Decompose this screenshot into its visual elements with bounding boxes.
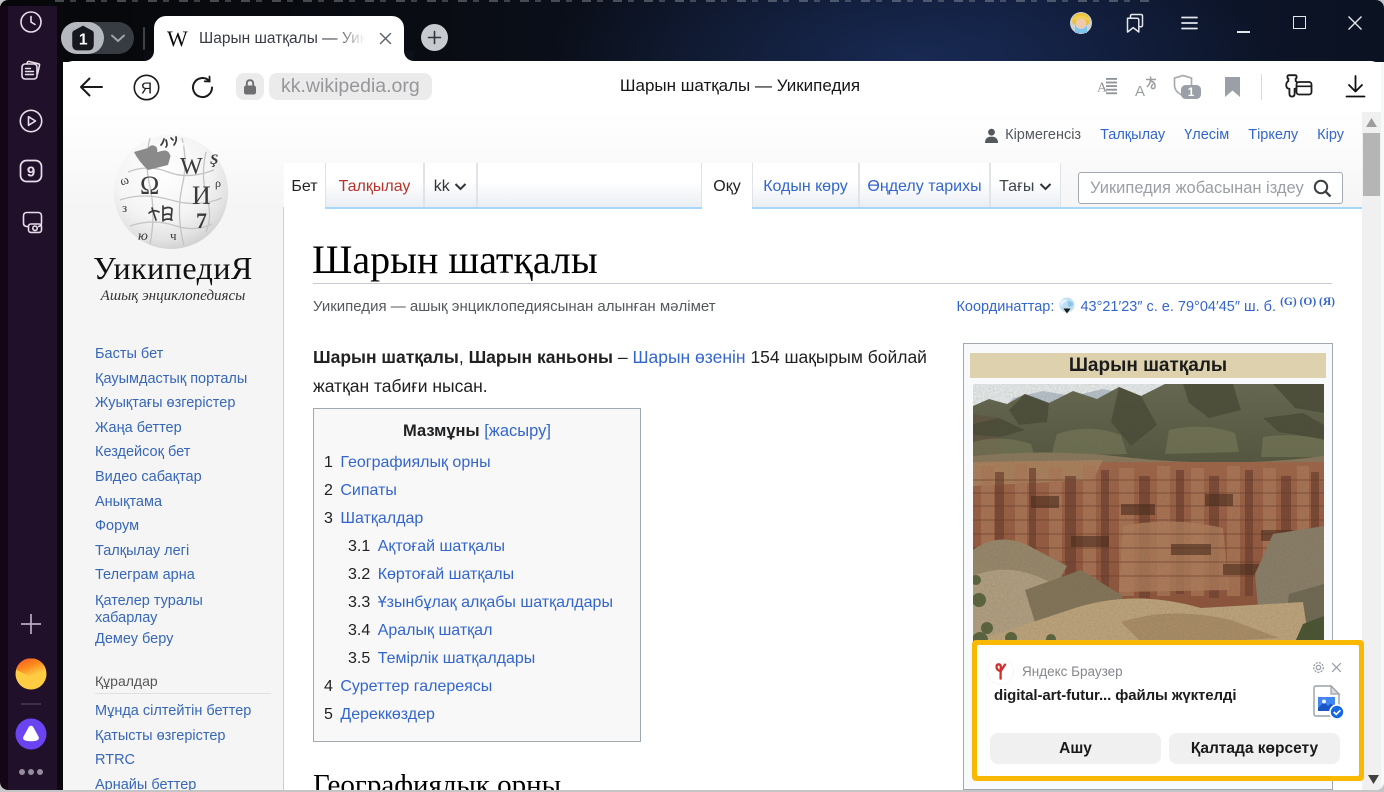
svg-text:Я: Я <box>141 80 152 97</box>
svg-text:Ω: Ω <box>140 171 159 200</box>
svg-text:1: 1 <box>79 31 88 48</box>
svg-text:И: И <box>192 181 211 210</box>
svg-text:ч: ч <box>170 228 177 243</box>
svg-text:ю: ю <box>138 229 148 244</box>
svg-text:A: A <box>1097 81 1108 96</box>
svg-text:Ş: Ş <box>210 152 218 168</box>
svg-text:7: 7 <box>196 208 207 233</box>
svg-text:A: A <box>1135 83 1145 99</box>
svg-text:ρ: ρ <box>215 176 221 190</box>
svg-text:W: W <box>180 154 203 180</box>
svg-text:1: 1 <box>1188 85 1195 99</box>
svg-text:9: 9 <box>27 164 35 181</box>
svg-text:з: з <box>122 200 127 215</box>
